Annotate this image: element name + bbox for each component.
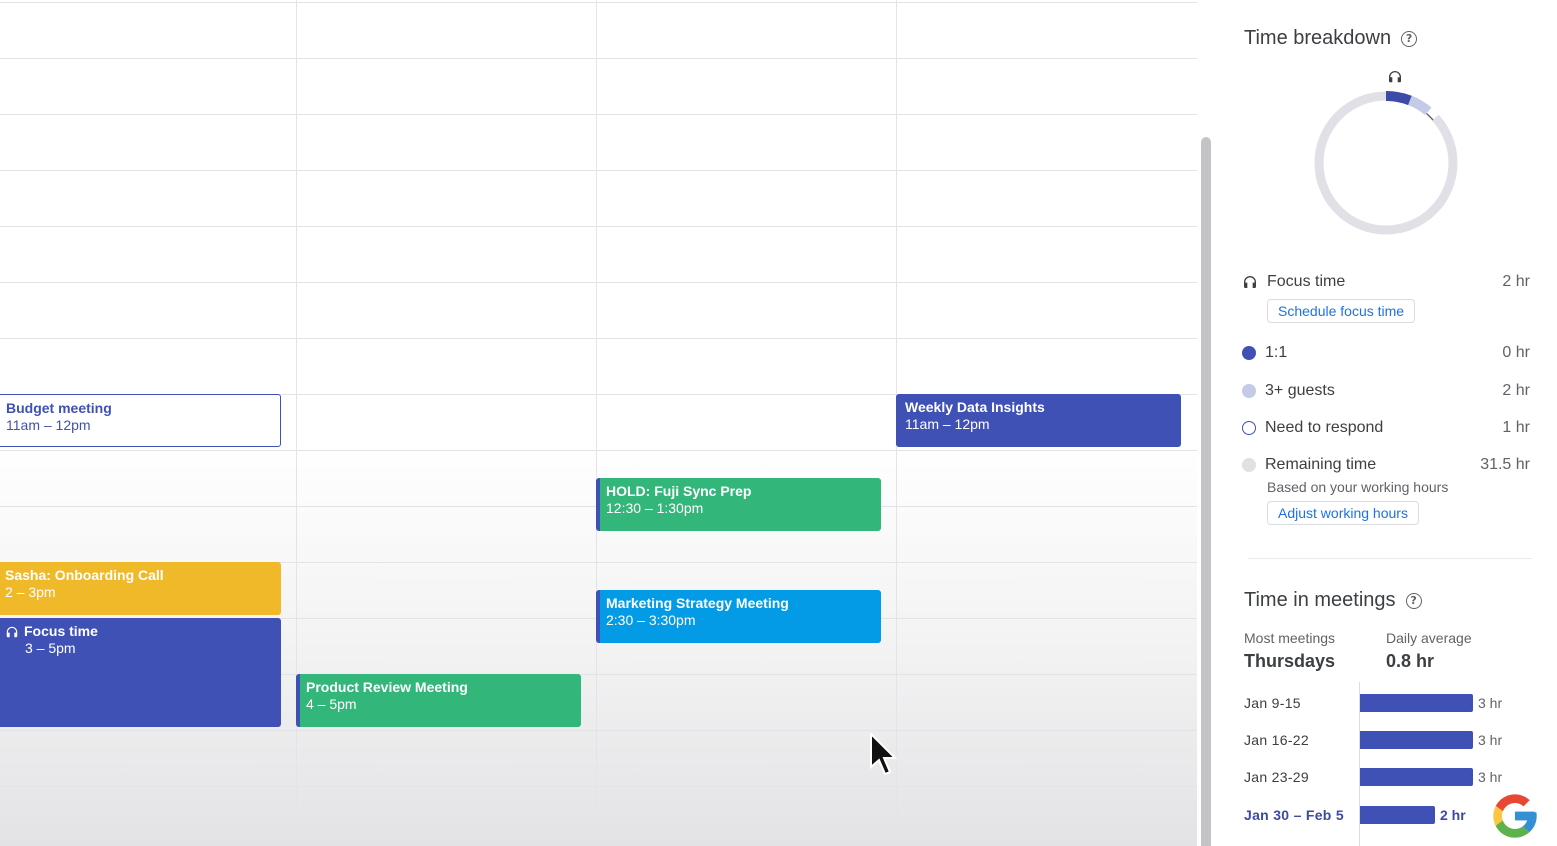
daily-average-label: Daily average (1386, 630, 1472, 646)
event-time: 11am – 12pm (6, 417, 91, 433)
breakdown-value: 31.5 hr (1480, 456, 1530, 473)
event-time: 2 – 3pm (5, 584, 56, 600)
hour-line (0, 226, 1197, 227)
most-meetings-value: Thursdays (1244, 651, 1336, 671)
help-icon[interactable]: ? (1405, 592, 1422, 609)
google-logo-icon (1493, 794, 1537, 838)
time-in-meetings-heading: Time in meetings ? (1244, 589, 1422, 612)
hour-line (0, 58, 1197, 59)
donut-focus-segment (1385, 90, 1412, 106)
headphones-icon (6, 626, 18, 637)
week-label: Jan 16-22 (1244, 732, 1309, 748)
breakdown-label: 1:1 (1265, 344, 1288, 361)
mouse-cursor-icon (870, 733, 898, 776)
event-title: Marketing Strategy Meeting (606, 595, 789, 611)
week-bar (1360, 806, 1435, 824)
time-breakdown-heading: Time breakdown ? (1244, 27, 1418, 50)
hour-line (0, 842, 1197, 843)
help-icon[interactable]: ? (1401, 30, 1418, 47)
breakdown-row-need-to-respond: Need to respond 1 hr (1242, 417, 1530, 439)
breakdown-label: 3+ guests (1265, 382, 1335, 399)
headphones-icon (1389, 71, 1401, 83)
event-title: Product Review Meeting (306, 679, 468, 695)
hour-line (0, 786, 1197, 787)
week-bar (1360, 694, 1473, 712)
event-time: 3 – 5pm (25, 640, 76, 656)
hour-line (0, 170, 1197, 171)
adjust-working-hours-button[interactable]: Adjust working hours (1267, 501, 1419, 525)
event-title: Focus time (24, 623, 98, 639)
headphones-icon (1244, 276, 1256, 288)
breakdown-row-remaining: Remaining time 31.5 hr (1242, 454, 1530, 476)
hour-line (0, 338, 1197, 339)
hour-line (0, 450, 1197, 451)
week-value: 3 hr (1478, 769, 1503, 785)
calendar-scrollbar[interactable] (1201, 137, 1211, 846)
breakdown-row-focus: Focus time 2 hr (1242, 271, 1530, 293)
breakdown-value: 0 hr (1502, 344, 1530, 361)
guests-dot-icon (1242, 384, 1256, 398)
week-value: 2 hr (1440, 807, 1466, 823)
event-marketing-strategy-meeting[interactable]: Marketing Strategy Meeting 2:30 – 3:30pm (596, 590, 881, 643)
breakdown-row-guests: 3+ guests 2 hr (1242, 380, 1530, 402)
breakdown-value: 2 hr (1502, 382, 1530, 399)
hour-line (0, 282, 1197, 283)
calendar-grid[interactable]: Budget meeting 11am – 12pm Weekly Data I… (0, 0, 1197, 846)
week-bar (1360, 731, 1473, 749)
breakdown-value: 1 hr (1502, 419, 1530, 436)
event-title-row: Focus time (5, 623, 275, 640)
hour-line (0, 730, 1197, 731)
event-title: Budget meeting (6, 400, 112, 416)
remaining-dot-icon (1242, 458, 1256, 472)
breakdown-label: Need to respond (1265, 419, 1384, 436)
event-weekly-data-insights[interactable]: Weekly Data Insights 11am – 12pm (896, 394, 1181, 447)
event-time: 11am – 12pm (905, 416, 990, 432)
event-time: 12:30 – 1:30pm (606, 500, 704, 516)
event-title: Sasha: Onboarding Call (5, 567, 164, 583)
breakdown-label: Remaining time (1265, 456, 1377, 473)
week-label-current: Jan 30 – Feb 5 (1244, 807, 1344, 823)
daily-average-value: 0.8 hr (1386, 651, 1435, 671)
event-hold-fuji-sync-prep[interactable]: HOLD: Fuji Sync Prep 12:30 – 1:30pm (596, 478, 881, 531)
day-divider (596, 0, 597, 846)
time-in-meetings-title: Time in meetings (1244, 589, 1396, 611)
insights-panel: Time breakdown ? Focus time 2 hr Schedul… (1212, 0, 1557, 846)
event-sasha-onboarding-call[interactable]: Sasha: Onboarding Call 2 – 3pm (0, 562, 281, 615)
donut-guests-segment (1408, 95, 1432, 115)
event-time: 2:30 – 3:30pm (606, 612, 696, 628)
week-value: 3 hr (1478, 732, 1503, 748)
week-label: Jan 9-15 (1244, 695, 1301, 711)
schedule-focus-time-button[interactable]: Schedule focus time (1267, 299, 1416, 323)
hour-line (0, 114, 1197, 115)
event-time: 4 – 5pm (306, 696, 357, 712)
most-meetings-label: Most meetings (1244, 630, 1336, 646)
breakdown-value: 2 hr (1502, 273, 1530, 290)
time-breakdown-donut (1314, 71, 1458, 235)
need-to-respond-dot-icon (1242, 421, 1256, 435)
event-title: Weekly Data Insights (905, 399, 1045, 415)
event-budget-meeting[interactable]: Budget meeting 11am – 12pm (0, 394, 281, 447)
hour-line (0, 2, 1197, 3)
one-on-one-dot-icon (1242, 346, 1256, 360)
section-divider (1248, 558, 1532, 559)
remaining-note: Based on your working hours (1267, 479, 1449, 495)
event-product-review-meeting[interactable]: Product Review Meeting 4 – 5pm (296, 674, 581, 727)
week-label: Jan 23-29 (1244, 769, 1309, 785)
week-bar (1360, 768, 1473, 786)
event-focus-time[interactable]: Focus time 3 – 5pm (0, 618, 281, 727)
event-title: HOLD: Fuji Sync Prep (606, 483, 752, 499)
breakdown-label: Focus time (1267, 273, 1346, 290)
week-value: 3 hr (1478, 695, 1503, 711)
time-breakdown-title: Time breakdown (1244, 27, 1392, 49)
breakdown-row-one-on-one: 1:1 0 hr (1242, 342, 1530, 364)
